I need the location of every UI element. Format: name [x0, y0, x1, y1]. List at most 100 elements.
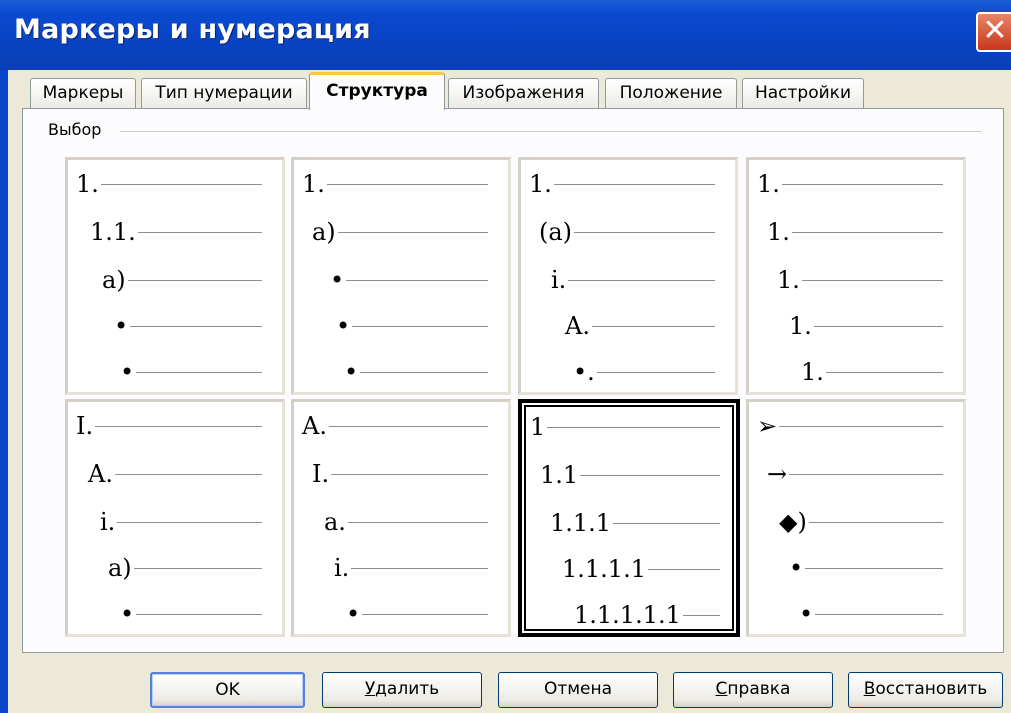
preset-level-label: •: [344, 358, 359, 386]
preset-level-line: [329, 426, 488, 427]
preset-level-line: [101, 184, 262, 185]
preset-level-line: [779, 426, 943, 427]
tab-numbering-type[interactable]: Тип нумерации: [141, 78, 307, 108]
preset-level-label: •: [120, 600, 135, 628]
restore-button[interactable]: Восстановить: [848, 672, 1003, 708]
preset-2[interactable]: 1. a) • • •: [291, 157, 511, 395]
tab-images[interactable]: Изображения: [448, 78, 599, 108]
preset-level-line: [815, 614, 943, 615]
delete-label: далить: [375, 679, 440, 699]
preset-level-line: [648, 569, 720, 570]
preset-level-label: 1.: [767, 218, 790, 246]
preset-level-label: 1.: [757, 170, 780, 198]
preset-level-line: [362, 614, 488, 615]
preset-level-label: 1.: [529, 170, 552, 198]
tab-position[interactable]: Положение: [605, 78, 737, 108]
preset-level-line: [683, 615, 720, 616]
tab-settings[interactable]: Настройки: [742, 78, 864, 108]
preset-level-label: I.: [312, 460, 330, 488]
preset-1[interactable]: 1. 1.1. a) • •: [65, 157, 285, 395]
delete-button[interactable]: Удалить: [322, 672, 482, 708]
preset-level-line: [568, 280, 715, 281]
ok-button[interactable]: OK: [150, 672, 305, 708]
preset-level-line: [136, 614, 262, 615]
preset-5[interactable]: I. A. i. a) •: [65, 399, 285, 637]
tab-label: Структура: [326, 81, 428, 101]
preset-level-line: [130, 326, 262, 327]
preset-4[interactable]: 1. 1. 1. 1. 1.: [746, 157, 966, 395]
group-divider: [120, 131, 982, 132]
help-mnemonic: С: [715, 679, 728, 699]
help-label: правка: [727, 679, 791, 699]
preset-level-line: [351, 568, 488, 569]
preset-level-line: [805, 568, 943, 569]
delete-mnemonic: У: [364, 679, 376, 699]
preset-level-line: [554, 184, 715, 185]
preset-level-line: [128, 280, 262, 281]
preset-level-line: [597, 372, 715, 373]
preset-level-label: a): [102, 266, 126, 294]
preset-level-label: i.: [334, 554, 350, 582]
preset-level-line: [346, 280, 488, 281]
preset-3[interactable]: 1. (a) i. A. •.: [518, 157, 738, 395]
tab-label: Настройки: [754, 83, 851, 103]
help-button[interactable]: Справка: [673, 672, 833, 708]
tab-label: Положение: [619, 83, 723, 103]
preset-level-line: [352, 326, 488, 327]
preset-level-line: [613, 523, 720, 524]
preset-level-line: [792, 232, 943, 233]
group-label: Выбор: [44, 120, 106, 139]
tab-label: Маркеры: [42, 83, 124, 103]
preset-level-line: [592, 326, 715, 327]
preset-7[interactable]: 1 1.1 1.1.1 1.1.1.1 1.1.1.1.1: [518, 399, 740, 637]
window-title: Маркеры и нумерация: [14, 14, 371, 45]
preset-level-label: i.: [100, 508, 116, 536]
title-bar[interactable]: Маркеры и нумерация ✕: [0, 0, 1011, 70]
preset-level-label: A.: [565, 312, 590, 340]
preset-level-label: A.: [302, 412, 327, 440]
tab-label: Изображения: [462, 83, 585, 103]
preset-level-label: •: [346, 600, 361, 628]
preset-level-label: 1.: [777, 266, 800, 294]
preset-level-line: [809, 522, 943, 523]
preset-level-label: 1.1.1.1.1: [574, 601, 681, 629]
preset-level-label: 1.1.1.1: [562, 555, 646, 583]
preset-level-label: 1.: [76, 170, 99, 198]
preset-level-line: [327, 184, 488, 185]
preset-level-label: •.: [573, 358, 595, 386]
preset-level-label: a.: [324, 508, 346, 536]
preset-level-label: 1.: [801, 358, 824, 386]
preset-level-line: [826, 372, 943, 373]
ok-label: OK: [215, 680, 240, 700]
preset-level-line: [136, 372, 262, 373]
preset-level-line: [117, 522, 262, 523]
preset-level-line: [580, 475, 720, 476]
tab-structure[interactable]: Структура: [309, 72, 445, 110]
preset-6[interactable]: A. I. a. i. •: [291, 399, 511, 637]
preset-level-line: [360, 372, 488, 373]
preset-level-label: I.: [76, 412, 94, 440]
preset-8[interactable]: ➢ → ◆) • •: [746, 399, 966, 637]
preset-level-label: A.: [88, 460, 113, 488]
preset-level-label: •: [789, 554, 804, 582]
restore-label: осстановить: [875, 679, 988, 699]
close-button[interactable]: ✕: [976, 12, 1011, 52]
preset-level-line: [547, 427, 720, 428]
preset-level-line: [574, 232, 715, 233]
preset-level-label: 1: [530, 413, 546, 441]
preset-level-label: 1.1: [540, 461, 579, 489]
cancel-button[interactable]: Отмена: [498, 672, 658, 708]
preset-level-line: [138, 232, 262, 233]
cancel-label: Отмена: [543, 679, 613, 699]
preset-level-line: [95, 426, 262, 427]
preset-level-label: ➢: [757, 412, 778, 440]
preset-level-label: •: [336, 312, 351, 340]
preset-level-label: •: [799, 600, 814, 628]
preset-level-line: [814, 326, 943, 327]
preset-level-label: a): [108, 554, 132, 582]
preset-level-label: a): [312, 218, 336, 246]
preset-level-label: i.: [551, 266, 567, 294]
restore-mnemonic: В: [863, 679, 876, 699]
preset-level-label: 1.: [789, 312, 812, 340]
tab-markers[interactable]: Маркеры: [30, 78, 136, 108]
